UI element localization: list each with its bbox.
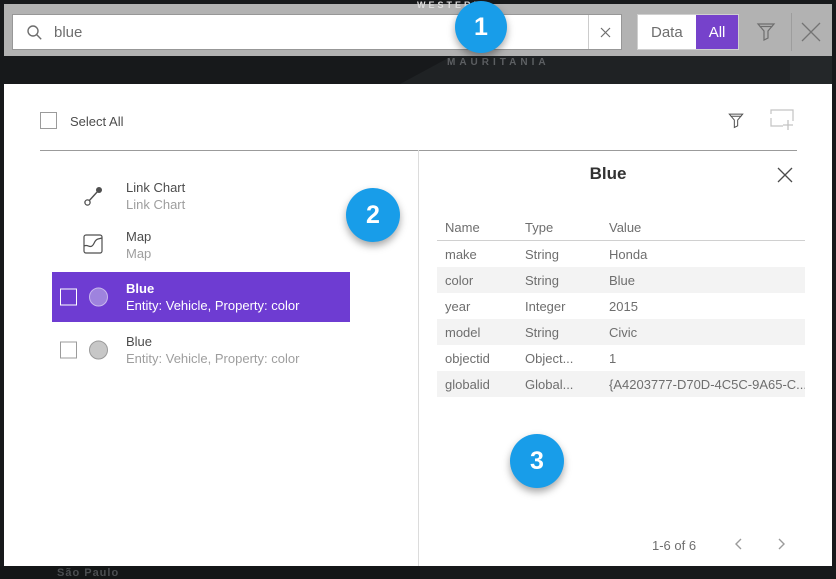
search-clear-button[interactable]: [588, 15, 621, 49]
cell-name: globalid: [437, 377, 517, 392]
table-row: make String Honda: [437, 241, 805, 267]
close-icon: [798, 19, 824, 45]
table-row: color String Blue: [437, 267, 805, 293]
chevron-right-icon: [772, 535, 790, 553]
cell-type: Global...: [517, 377, 601, 392]
result-checkbox[interactable]: [60, 289, 77, 306]
filter-funnel-icon: [726, 110, 746, 130]
result-item-blue-selected[interactable]: Blue Entity: Vehicle, Property: color: [52, 272, 350, 322]
result-checkbox[interactable]: [60, 342, 77, 359]
column-header-name: Name: [437, 220, 517, 235]
callout-badge-1: 1: [455, 1, 507, 53]
details-close-button[interactable]: [776, 166, 796, 186]
details-title: Blue: [436, 164, 780, 184]
map-landmass: [790, 56, 832, 84]
list-details-divider: [418, 150, 419, 566]
result-item-map[interactable]: Map Map: [52, 223, 350, 267]
scope-option-data[interactable]: Data: [638, 15, 696, 49]
cell-value: 1: [601, 351, 805, 366]
search-input[interactable]: [54, 24, 588, 41]
entity-circle-icon: [89, 288, 108, 307]
map-label-mauritania: MAURITANIA: [447, 57, 550, 68]
scope-option-all[interactable]: All: [696, 15, 739, 49]
cell-type: String: [517, 247, 601, 262]
cell-name: model: [437, 325, 517, 340]
pagination-prev-button[interactable]: [730, 535, 748, 553]
pagination-next-button[interactable]: [772, 535, 790, 553]
result-item-link-chart[interactable]: Link Chart Link Chart: [52, 174, 350, 218]
pagination-label: 1-6 of 6: [652, 538, 696, 553]
table-row: year Integer 2015: [437, 293, 805, 319]
result-title: Map: [126, 228, 346, 245]
properties-table: Name Type Value make String Honda color …: [437, 214, 805, 397]
add-frame-icon: [770, 109, 796, 131]
callout-badge-2: 2: [346, 188, 400, 242]
result-subtitle: Entity: Vehicle, Property: color: [126, 297, 346, 314]
select-all-checkbox[interactable]: [40, 112, 57, 129]
cell-value: Civic: [601, 325, 805, 340]
cell-type: Object...: [517, 351, 601, 366]
chevron-left-icon: [730, 535, 748, 553]
close-icon: [776, 166, 796, 184]
search-close-button[interactable]: [798, 19, 824, 45]
search-toolbar: Data All: [4, 4, 832, 56]
map-icon: [82, 233, 106, 257]
cell-value: Honda: [601, 247, 805, 262]
callout-badge-3: 3: [510, 434, 564, 488]
results-filter-button[interactable]: [726, 110, 746, 130]
result-title: Blue: [126, 280, 346, 297]
column-header-type: Type: [517, 220, 601, 235]
select-all-label: Select All: [70, 114, 123, 129]
cell-name: year: [437, 299, 517, 314]
table-row: objectid Object... 1: [437, 345, 805, 371]
search-icon: [26, 24, 43, 41]
column-header-value: Value: [601, 220, 805, 235]
cell-type: Integer: [517, 299, 601, 314]
result-subtitle: Map: [126, 245, 346, 262]
cell-name: color: [437, 273, 517, 288]
cell-value: 2015: [601, 299, 805, 314]
result-title: Link Chart: [126, 179, 346, 196]
table-header-row: Name Type Value: [437, 214, 805, 241]
search-scope-toggle: Data All: [637, 14, 739, 50]
result-subtitle: Link Chart: [126, 196, 346, 213]
link-chart-icon: [82, 184, 106, 208]
table-row: globalid Global... {A4203777-D70D-4C5C-9…: [437, 371, 805, 397]
add-selection-button[interactable]: [770, 109, 796, 131]
cell-value: Blue: [601, 273, 805, 288]
toolbar-divider: [791, 13, 792, 51]
search-filter-button[interactable]: [754, 19, 778, 43]
cell-name: make: [437, 247, 517, 262]
table-row: model String Civic: [437, 319, 805, 345]
filter-funnel-icon: [754, 19, 778, 43]
search-box: [12, 14, 622, 50]
result-title: Blue: [126, 333, 346, 350]
search-results-panel: Select All Link Chart Link Chart Map Map: [4, 84, 832, 566]
cell-name: objectid: [437, 351, 517, 366]
result-item-blue[interactable]: Blue Entity: Vehicle, Property: color: [52, 328, 350, 372]
entity-circle-icon: [89, 341, 108, 360]
map-label-sao-paulo: São Paulo: [57, 567, 119, 579]
clear-icon: [600, 27, 611, 38]
screen: { "colors": { "accent_purple": "#7642cb"…: [0, 0, 836, 579]
cell-value: {A4203777-D70D-4C5C-9A65-C...: [601, 377, 805, 392]
result-subtitle: Entity: Vehicle, Property: color: [126, 350, 346, 367]
cell-type: String: [517, 325, 601, 340]
cell-type: String: [517, 273, 601, 288]
